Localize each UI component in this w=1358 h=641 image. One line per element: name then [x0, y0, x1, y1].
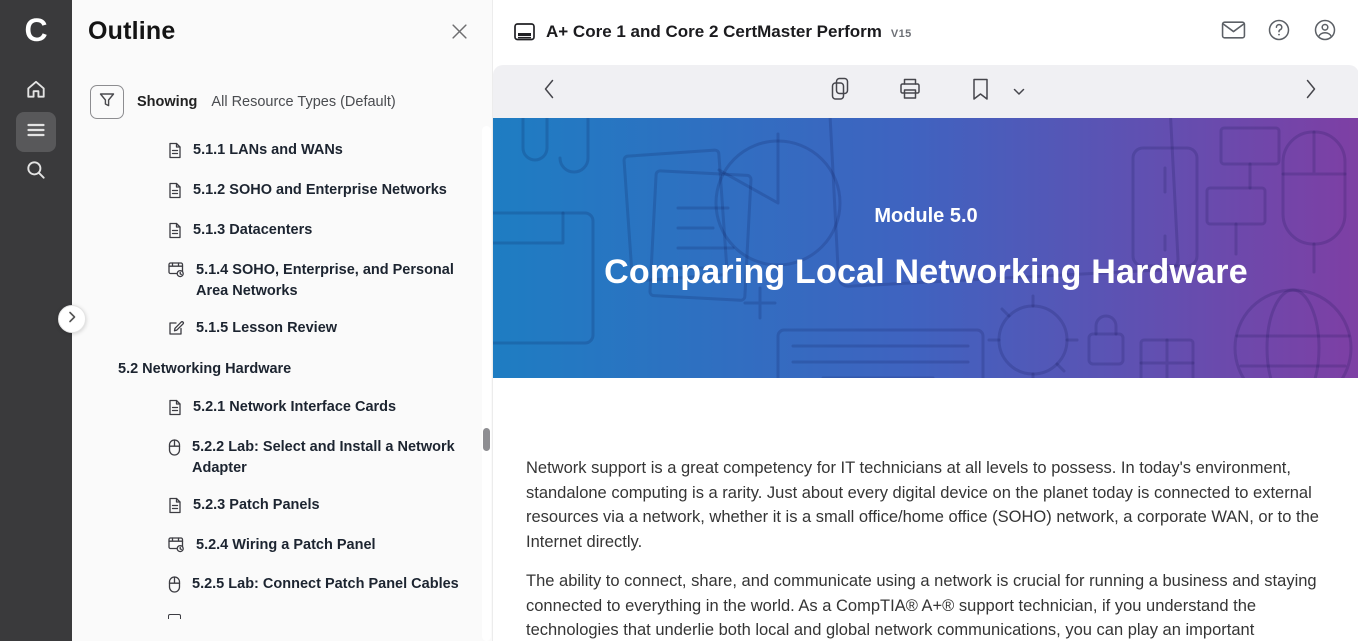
module-banner: Module 5.0 Comparing Local Networking Ha…	[493, 118, 1358, 378]
help-button[interactable]	[1265, 18, 1293, 46]
outline-item-label: 5.2.3 Patch Panels	[193, 495, 320, 516]
video-icon	[168, 537, 185, 558]
chevron-right-icon	[1305, 78, 1317, 105]
mouse-icon	[168, 439, 181, 461]
outline-item[interactable]: 5.1.2 SOHO and Enterprise Networks	[72, 180, 476, 204]
filter-row: Showing All Resource Types (Default)	[90, 85, 396, 119]
previous-page-button[interactable]	[531, 74, 567, 110]
document-icon	[168, 614, 181, 619]
outline-item[interactable]: 5.1.1 LANs and WANs	[72, 140, 476, 164]
outline-item[interactable]: 5.1.5 Lesson Review	[72, 318, 476, 341]
filter-icon	[98, 91, 116, 114]
module-title: Comparing Local Networking Hardware	[604, 253, 1248, 292]
outline-item[interactable]: 5.2.1 Network Interface Cards	[72, 397, 476, 421]
outline-list: 5.1.1 LANs and WANs 5.1.2 SOHO and Enter…	[72, 140, 476, 619]
main-area: A+ Core 1 and Core 2 CertMaster Perform …	[492, 0, 1358, 641]
outline-panel: Outline Showing All Resource Types (Defa…	[72, 0, 492, 641]
close-icon	[451, 23, 468, 45]
brand-logo: C	[0, 8, 72, 52]
chevron-left-icon	[543, 78, 555, 105]
outline-item[interactable]: 5.2.2 Lab: Select and Install a Network …	[72, 437, 476, 479]
help-icon	[1267, 18, 1291, 47]
outline-scrollbar-thumb[interactable]	[483, 428, 490, 451]
collapse-panel-button[interactable]	[58, 305, 86, 333]
chevron-down-icon	[1013, 83, 1025, 101]
outline-scrollbar-track[interactable]	[482, 126, 491, 641]
outline-section-label[interactable]: 5.2 Networking Hardware	[72, 359, 476, 380]
chevron-right-icon	[67, 310, 77, 328]
mail-icon	[1221, 20, 1246, 45]
print-button[interactable]	[892, 74, 928, 110]
book-icon	[513, 21, 536, 44]
course-version-badge: V15	[891, 28, 912, 40]
account-button[interactable]	[1311, 18, 1339, 46]
document-icon	[168, 222, 182, 244]
video-icon	[168, 262, 185, 283]
outline-title: Outline	[88, 17, 176, 46]
outline-item[interactable]: 5.1.3 Datacenters	[72, 220, 476, 244]
home-button[interactable]	[16, 71, 56, 111]
outline-item-label: 5.2.1 Network Interface Cards	[193, 397, 396, 418]
course-title: A+ Core 1 and Core 2 CertMaster Perform	[546, 22, 882, 42]
lesson-content: Network support is a great competency fo…	[526, 378, 1338, 641]
filter-value: All Resource Types (Default)	[211, 94, 395, 110]
mouse-icon	[168, 576, 181, 598]
copy-button[interactable]	[822, 74, 858, 110]
content-toolbar	[493, 65, 1358, 118]
tech-pattern-decoration	[493, 118, 1358, 378]
outline-item-label: 5.2.5 Lab: Connect Patch Panel Cables	[192, 574, 459, 595]
outline-item-label: 5.1.4 SOHO, Enterprise, and Personal Are…	[196, 260, 460, 302]
toolbar-center-group	[822, 74, 1030, 110]
outline-item-label: 5.2.2 Lab: Select and Install a Network …	[192, 437, 460, 479]
module-number-label: Module 5.0	[874, 205, 977, 228]
user-icon	[1313, 18, 1337, 47]
outline-item-label: 5.1.3 Datacenters	[193, 220, 312, 241]
messages-button[interactable]	[1219, 18, 1247, 46]
outline-item[interactable]: 5.2.5 Lab: Connect Patch Panel Cables	[72, 574, 476, 598]
home-icon	[25, 78, 47, 105]
header-actions	[1219, 18, 1339, 46]
lesson-paragraph: The ability to connect, share, and commu…	[526, 569, 1338, 641]
document-icon	[168, 497, 182, 519]
copy-icon	[830, 77, 850, 106]
outline-item[interactable]: 5.2.3 Patch Panels	[72, 495, 476, 519]
outline-item[interactable]: 5.1.4 SOHO, Enterprise, and Personal Are…	[72, 260, 476, 302]
print-icon	[898, 77, 922, 106]
outline-item-partial[interactable]	[72, 614, 476, 619]
outline-item-label: 5.1.5 Lesson Review	[196, 318, 337, 339]
course-header: A+ Core 1 and Core 2 CertMaster Perform …	[493, 0, 1358, 64]
filter-showing-label: Showing	[137, 94, 197, 110]
document-icon	[168, 142, 182, 164]
bookmark-menu-button[interactable]	[1008, 74, 1030, 110]
bookmark-group	[962, 74, 1030, 110]
outline-item[interactable]: 5.2.4 Wiring a Patch Panel	[72, 535, 476, 558]
outline-item-label: 5.1.2 SOHO and Enterprise Networks	[193, 180, 447, 201]
app-window: C Outline	[0, 0, 1358, 641]
close-outline-button[interactable]	[444, 19, 474, 49]
next-page-button[interactable]	[1293, 74, 1329, 110]
document-icon	[168, 399, 182, 421]
document-icon	[168, 182, 182, 204]
menu-icon	[26, 120, 46, 145]
bookmark-icon	[972, 78, 989, 106]
filter-button[interactable]	[90, 85, 124, 119]
outline-item-label: 5.1.1 LANs and WANs	[193, 140, 343, 161]
search-icon	[25, 159, 47, 186]
outline-menu-button[interactable]	[16, 112, 56, 152]
bookmark-button[interactable]	[962, 74, 998, 110]
search-button[interactable]	[16, 152, 56, 192]
pencil-icon	[168, 320, 185, 341]
lesson-paragraph: Network support is a great competency fo…	[526, 456, 1338, 554]
outline-item-label: 5.2.4 Wiring a Patch Panel	[196, 535, 376, 556]
